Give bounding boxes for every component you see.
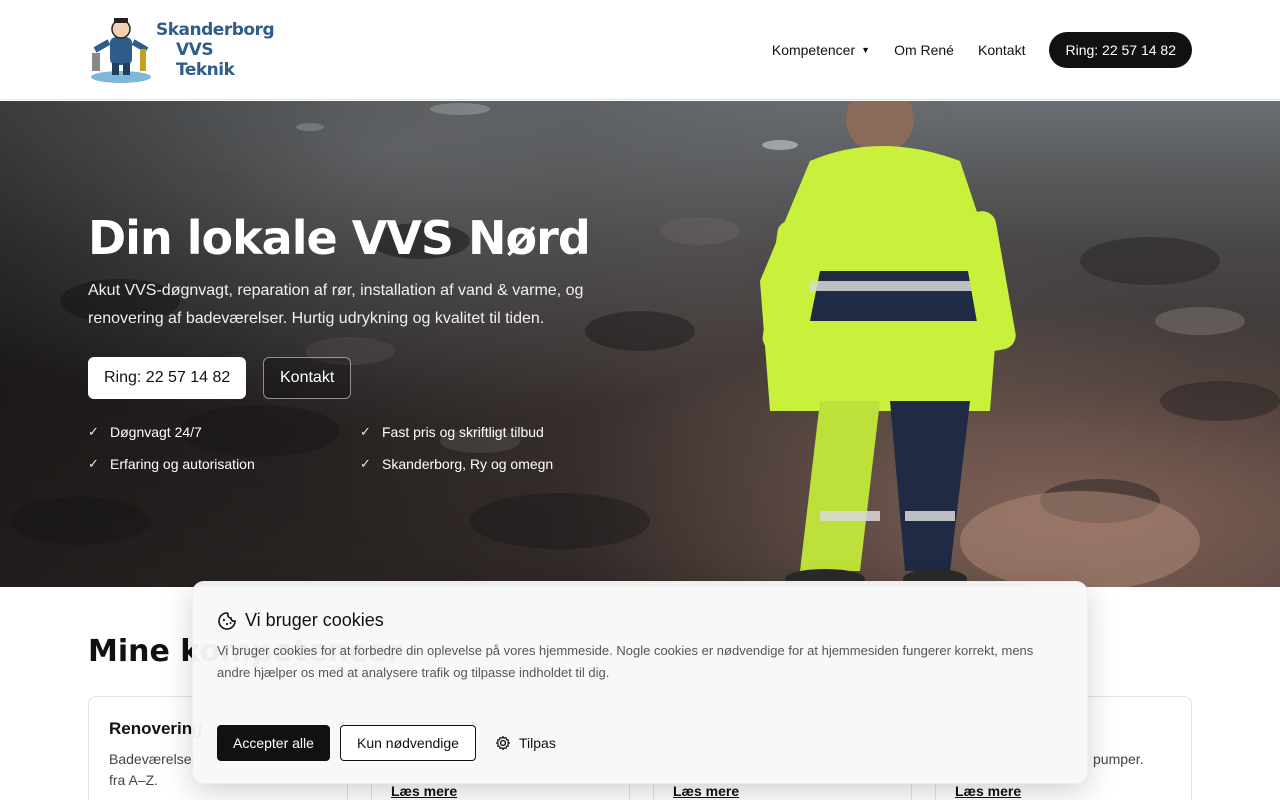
nav-competences-label: Kompetencer <box>771 42 856 58</box>
feature-item: ✓ Erfaring og autorisation <box>88 455 360 473</box>
hero-title: Din lokale VVS Nørd <box>88 211 591 265</box>
check-icon: ✓ <box>88 456 99 471</box>
logo-wordmark: Skanderborg VVS Teknik <box>156 20 275 80</box>
card-title: Renovering <box>109 719 203 738</box>
nav-about[interactable]: Om René <box>894 42 954 58</box>
feature-label: Skanderborg, Ry og omegn <box>382 456 554 472</box>
check-icon: ✓ <box>360 424 371 439</box>
logo-line-1: Skanderborg <box>156 20 275 40</box>
feature-label: Fast pris og skriftligt tilbud <box>382 424 544 440</box>
read-more-link[interactable]: Læs mere <box>391 783 457 799</box>
plumber-mascot-logo <box>88 15 154 85</box>
hero-overlay <box>0 101 1280 587</box>
main-nav: Kompetencer ▼ Om René Kontakt Ring: 22 5… <box>748 32 1192 68</box>
site-header: Skanderborg VVS Teknik Kompetencer ▼ Om … <box>0 0 1280 100</box>
read-more-link[interactable]: Læs mere <box>673 783 739 799</box>
feature-item: ✓ Døgnvagt 24/7 <box>88 423 360 441</box>
customize-label: Tilpas <box>519 735 556 751</box>
feature-item: ✓ Fast pris og skriftligt tilbud <box>360 423 632 441</box>
hero-subtitle: Akut VVS-døgnvagt, reparation af rør, in… <box>88 282 584 327</box>
only-necessary-button[interactable]: Kun nødvendige <box>340 725 476 761</box>
check-icon: ✓ <box>360 456 371 471</box>
nav-competences[interactable]: Kompetencer ▼ <box>772 42 870 58</box>
feature-label: Døgnvagt 24/7 <box>110 424 202 440</box>
gear-icon <box>495 735 511 751</box>
plumber-photo-figure <box>760 101 1016 587</box>
logo-line-2: VVS Teknik <box>176 40 235 80</box>
hero-contact-button[interactable]: Kontakt <box>263 357 352 399</box>
nav-contact[interactable]: Kontakt <box>978 42 1025 58</box>
logo[interactable]: Skanderborg VVS Teknik <box>88 14 275 86</box>
hero-call-button[interactable]: Ring: 22 57 14 82 <box>88 357 247 399</box>
hero-section: Din lokale VVS Nørd Akut VVS-døgnvagt, r… <box>0 101 1280 587</box>
read-more-link[interactable]: Læs mere <box>955 783 1021 799</box>
feature-item: ✓ Skanderborg, Ry og omegn <box>360 455 632 473</box>
cookie-title: Vi bruger cookies <box>245 610 384 630</box>
card-text: pumper. <box>1093 751 1144 767</box>
cookie-icon <box>218 611 236 630</box>
nav-call-button[interactable]: Ring: 22 57 14 82 <box>1049 32 1192 68</box>
accept-all-button[interactable]: Accepter alle <box>217 725 330 761</box>
cookie-header: Vi bruger cookies <box>217 610 384 631</box>
customize-button[interactable]: Tilpas <box>495 725 556 761</box>
chevron-down-icon: ▼ <box>861 45 871 55</box>
cookie-description: Vi bruger cookies for at forbedre din op… <box>217 643 1034 680</box>
hero-feature-list: ✓ Døgnvagt 24/7 ✓ Fast pris og skriftlig… <box>88 423 648 473</box>
feature-label: Erfaring og autorisation <box>110 456 255 472</box>
check-icon: ✓ <box>88 424 99 439</box>
cookie-banner: Vi bruger cookies Vi bruger cookies for … <box>192 581 1088 784</box>
card-text: Badeværelser fra A–Z. <box>109 751 197 788</box>
